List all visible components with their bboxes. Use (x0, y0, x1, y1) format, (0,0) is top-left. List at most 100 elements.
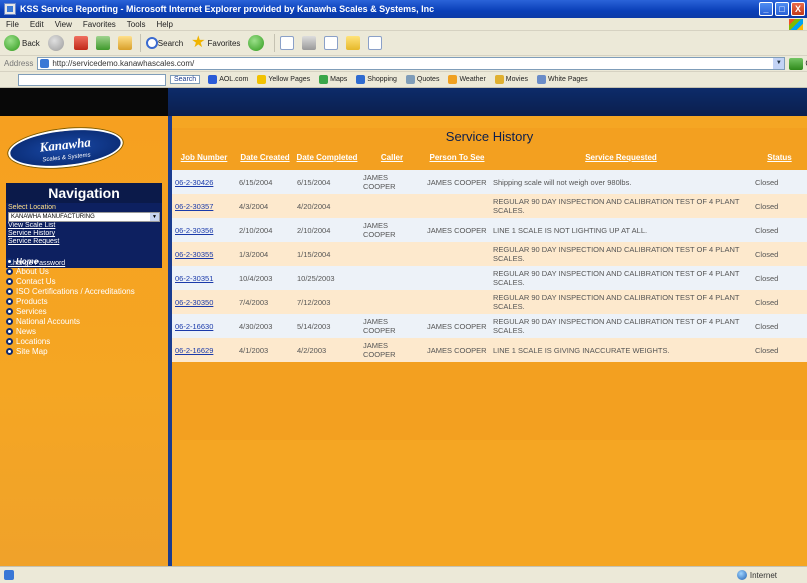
sidenav-label: National Accounts (16, 316, 81, 326)
col-date-completed[interactable]: Date Completed (294, 146, 360, 170)
go-button[interactable]: Go (789, 57, 807, 70)
back-button[interactable]: Back (4, 35, 40, 51)
links-toolbar: Search AOL.com Yellow Pages Maps Shoppin… (0, 72, 807, 88)
location-select[interactable]: KANAWHA MANUFACTURING ▼ (8, 212, 160, 222)
job-number-link[interactable]: 06-2-30351 (172, 266, 236, 290)
date-created-cell: 6/15/2004 (236, 170, 294, 194)
job-number-link[interactable]: 06-2-30357 (172, 194, 236, 218)
link-quotes[interactable]: Quotes (405, 75, 439, 84)
link-label: AOL.com (219, 76, 249, 83)
view-scale-list-link[interactable]: View Scale List (6, 222, 162, 230)
col-job-number[interactable]: Job Number (172, 146, 236, 170)
menu-tools[interactable]: Tools (127, 20, 146, 29)
sidenav-item-site-map[interactable]: Site Map (6, 346, 166, 356)
caller-cell (360, 290, 424, 314)
forward-button[interactable] (47, 35, 66, 51)
favorites-button[interactable]: ★ Favorites (191, 35, 241, 51)
refresh-button[interactable] (95, 36, 110, 50)
status-cell: Closed (752, 242, 807, 266)
menu-file[interactable]: File (6, 20, 19, 29)
link-weather[interactable]: Weather (448, 75, 486, 84)
sidenav-label: Home (16, 256, 39, 266)
minimize-button[interactable]: _ (759, 2, 773, 16)
sidenav-item-about-us[interactable]: About Us (6, 266, 166, 276)
ie-icon (4, 3, 16, 15)
col-date-created[interactable]: Date Created (236, 146, 294, 170)
title-bar: KSS Service Reporting - Microsoft Intern… (0, 0, 807, 18)
sidenav-item-services[interactable]: Services (6, 306, 166, 316)
menu-edit[interactable]: Edit (30, 20, 44, 29)
person-to-see-cell (424, 242, 490, 266)
date-created-cell: 4/30/2003 (236, 314, 294, 338)
service-history-table: Job Number Date Created Date Completed C… (172, 146, 807, 362)
sidenav-label: News (16, 326, 37, 336)
sidenav-item-locations[interactable]: Locations (6, 336, 166, 346)
link-white-pages[interactable]: White Pages (536, 75, 588, 84)
sidenav-item-news[interactable]: News (6, 326, 166, 336)
folder-button[interactable] (346, 36, 361, 50)
back-label: Back (22, 38, 40, 48)
home-button[interactable] (117, 36, 132, 50)
link-shopping[interactable]: Shopping (356, 75, 397, 84)
menu-help[interactable]: Help (156, 20, 172, 29)
service-request-link[interactable]: Service Request (6, 238, 162, 246)
date-completed-cell: 2/10/2004 (294, 218, 360, 242)
sidenav-item-contact-us[interactable]: Contact Us (6, 276, 166, 286)
quotes-icon (405, 75, 415, 84)
link-movies[interactable]: Movies (494, 75, 528, 84)
menu-favorites[interactable]: Favorites (83, 20, 116, 29)
favorites-label: Favorites (207, 38, 241, 48)
address-dropdown-icon[interactable]: ▼ (773, 58, 785, 69)
sidenav-item-home[interactable]: Home (6, 256, 166, 266)
job-number-link[interactable]: 06-2-30356 (172, 218, 236, 242)
location-select-value: KANAWHA MANUFACTURING (11, 214, 95, 220)
messenger-button[interactable] (368, 36, 383, 50)
link-label: Weather (459, 76, 486, 83)
person-to-see-cell (424, 194, 490, 218)
table-row: 06-2-30426 6/15/2004 6/15/2004 JAMES COOPER… (172, 170, 807, 194)
job-number-link[interactable]: 06-2-30426 (172, 170, 236, 194)
col-status[interactable]: Status (752, 146, 807, 170)
bullet-icon (6, 307, 13, 315)
forward-arrow-icon (47, 35, 64, 51)
col-caller[interactable]: Caller (360, 146, 424, 170)
link-yellow-pages[interactable]: Yellow Pages (257, 75, 310, 84)
sidenav-label: Contact Us (16, 276, 56, 286)
address-input[interactable]: http://servicedemo.kanawhascales.com/ ▼ (37, 57, 786, 70)
maximize-button[interactable]: □ (775, 2, 789, 16)
bullet-icon (6, 317, 13, 325)
chevron-down-icon: ▼ (150, 213, 159, 221)
page-header-strip (0, 88, 807, 116)
service-history-link[interactable]: Service History (6, 230, 162, 238)
job-number-link[interactable]: 06-2-30350 (172, 290, 236, 314)
service-history-panel: Service History Job Number Date Created … (172, 128, 807, 440)
caller-cell (360, 266, 424, 290)
movies-icon (494, 75, 504, 84)
kanawha-logo[interactable]: Kanawha Scales & Systems (6, 123, 125, 173)
person-to-see-cell: JAMES COOPER (424, 218, 490, 242)
sidenav-item-iso[interactable]: ISO Certifications / Accreditations (6, 286, 166, 296)
bullet-icon (6, 267, 13, 275)
print-button[interactable] (302, 36, 317, 50)
stop-button[interactable] (73, 36, 88, 50)
toolbar-search-button[interactable]: Search (170, 75, 201, 84)
history-button[interactable] (248, 35, 266, 51)
menu-view[interactable]: View (55, 20, 72, 29)
toolbar-search-input[interactable] (18, 73, 166, 86)
status-cell: Closed (752, 290, 807, 314)
mail-button[interactable] (280, 36, 295, 50)
col-service-requested[interactable]: Service Requested (490, 146, 752, 170)
job-number-link[interactable]: 06-2-16629 (172, 338, 236, 362)
sidenav-item-products[interactable]: Products (6, 296, 166, 306)
job-number-link[interactable]: 06-2-16630 (172, 314, 236, 338)
home-icon (117, 36, 132, 50)
link-aol[interactable]: AOL.com (208, 75, 248, 84)
job-number-link[interactable]: 06-2-30355 (172, 242, 236, 266)
sidenav-item-national-accounts[interactable]: National Accounts (6, 316, 166, 326)
link-maps[interactable]: Maps (319, 75, 347, 84)
close-button[interactable]: X (791, 2, 805, 16)
table-row: 06-2-16630 4/30/2003 5/14/2003 JAMES COOPER… (172, 314, 807, 338)
edit-button[interactable] (324, 36, 339, 50)
search-button[interactable]: Search (145, 37, 183, 49)
col-person-to-see[interactable]: Person To See (424, 146, 490, 170)
